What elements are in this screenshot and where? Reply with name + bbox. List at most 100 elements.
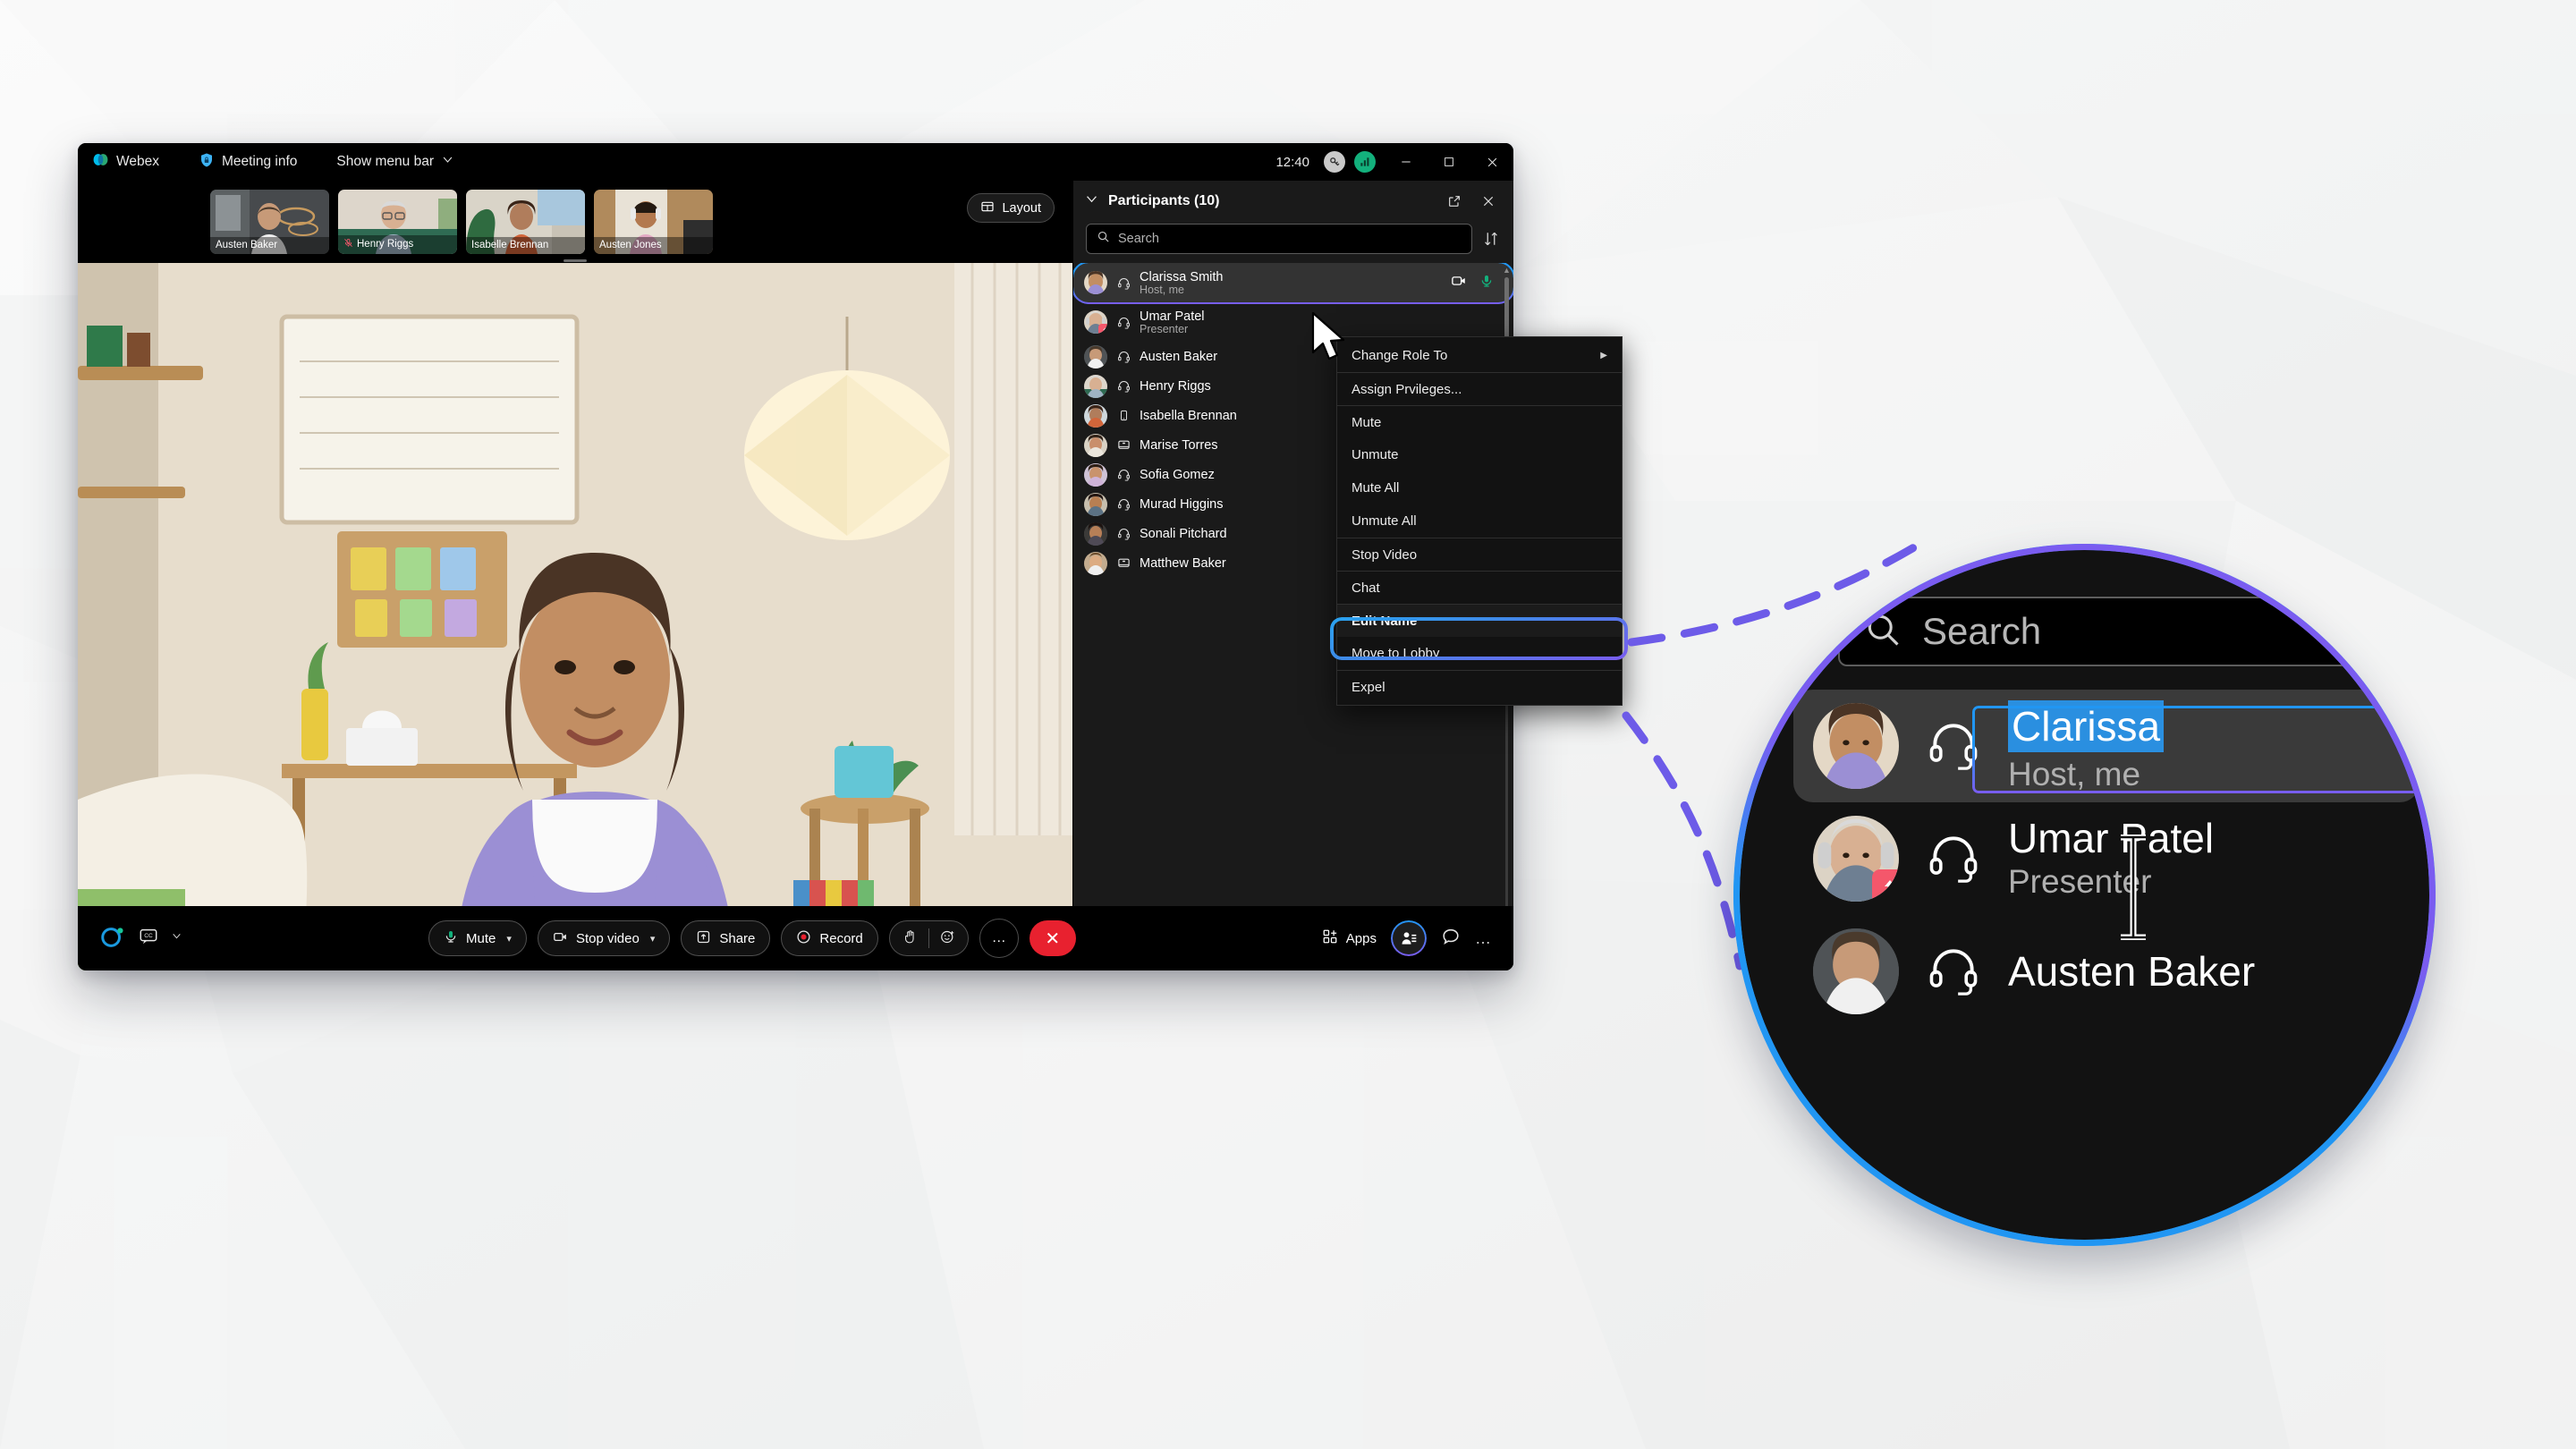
menu-item-edit-name[interactable]: Edit Name	[1337, 604, 1622, 637]
controls-left: CC	[99, 923, 182, 954]
thumbnail-tile[interactable]: Isabelle Brennan	[466, 190, 585, 254]
meeting-info-label: Meeting info	[221, 154, 298, 169]
menu-item-chat[interactable]: Chat	[1337, 571, 1622, 604]
headset-icon	[1116, 468, 1131, 481]
more-right-button[interactable]: …	[1475, 929, 1492, 948]
webex-assistant-icon[interactable]	[99, 923, 126, 954]
chevron-down-icon[interactable]: ▾	[506, 933, 512, 945]
participant-name: Clarissa Smith	[1140, 269, 1224, 284]
menu-item-unmute[interactable]: Unmute	[1337, 438, 1622, 471]
search-input[interactable]: Search	[1086, 224, 1472, 254]
layout-icon	[980, 199, 995, 217]
raise-hand-badge	[1098, 324, 1107, 334]
menu-item-label: Change Role To	[1352, 348, 1448, 363]
end-call-button[interactable]: ✕	[1029, 920, 1076, 956]
menu-item-label: Unmute All	[1352, 513, 1417, 529]
avatar-zoom	[1813, 816, 1899, 902]
participant-context-menu: Change Role To ▶ Assign Prvileges... Mut…	[1336, 336, 1623, 706]
avatar	[1084, 344, 1107, 369]
thumbnail-name-bar: Austen Jones	[594, 237, 713, 254]
scroll-up-arrow[interactable]: ▲	[1503, 267, 1511, 275]
divider	[928, 928, 929, 948]
avatar-zoom	[1813, 703, 1899, 789]
menu-item-expel[interactable]: Expel	[1337, 670, 1622, 703]
stop-video-button[interactable]: Stop video ▾	[537, 920, 671, 956]
menu-item-assign-privileges[interactable]: Assign Prvileges...	[1337, 372, 1622, 405]
participants-panel-button[interactable]	[1391, 920, 1427, 956]
active-speaker-video[interactable]: Clarissa Smith	[78, 263, 1072, 970]
network-signal-icon[interactable]	[1354, 151, 1376, 173]
layout-button[interactable]: Layout	[967, 193, 1055, 223]
participants-panel-title: Participants (10)	[1108, 193, 1220, 208]
avatar	[1084, 521, 1107, 546]
show-menu-bar-label: Show menu bar	[336, 154, 434, 169]
phone-icon	[1116, 410, 1131, 421]
search-icon	[1863, 610, 1902, 654]
participant-role: Host, me	[1140, 283, 1185, 296]
participant-name-zoom: Umar Patel	[2008, 814, 2215, 861]
active-speaker-frame	[78, 263, 1072, 970]
raise-hand-badge-zoom	[1872, 869, 1899, 902]
maximize-button[interactable]	[1428, 143, 1470, 181]
menu-item-change-role-to[interactable]: Change Role To ▶	[1337, 339, 1622, 372]
participant-name-zoom: Austen Baker	[2008, 947, 2256, 995]
close-window-button[interactable]	[1470, 143, 1513, 181]
thumbnail-tile[interactable]: Austen Baker	[210, 190, 329, 254]
thumbnail-name: Henry Riggs	[357, 239, 414, 250]
mute-button[interactable]: Mute ▾	[428, 920, 527, 956]
video-on-icon[interactable]	[1451, 273, 1467, 293]
meeting-stage: Austen Baker Henry Riggs Isabelle Brenna…	[78, 181, 1513, 970]
more-controls-button[interactable]: …	[979, 919, 1019, 958]
webex-label: Webex	[116, 154, 159, 169]
edit-name-input[interactable]: Clarissa	[2008, 699, 2165, 752]
webex-meeting-window: Webex Meeting info Show menu bar 12:40 A…	[78, 143, 1513, 970]
end-call-label: ✕	[1045, 928, 1061, 949]
mic-unmuted-icon[interactable]	[1479, 274, 1494, 292]
sort-button[interactable]	[1481, 231, 1501, 247]
search-input-zoom[interactable]: Search	[1838, 597, 2428, 666]
title-bar: Webex Meeting info Show menu bar 12:40	[78, 143, 1513, 181]
menu-item-unmute-all[interactable]: Unmute All	[1337, 504, 1622, 538]
record-button[interactable]: Record	[781, 920, 878, 956]
show-menu-bar-button[interactable]: Show menu bar	[336, 153, 454, 171]
share-label: Share	[719, 930, 756, 946]
thumbnail-tile[interactable]: Austen Jones	[594, 190, 713, 254]
filmstrip-resize-handle[interactable]	[564, 259, 587, 262]
chat-icon[interactable]	[1441, 927, 1461, 951]
apps-button[interactable]: Apps	[1322, 928, 1377, 948]
avatar	[1084, 492, 1107, 516]
avatar	[1084, 374, 1107, 398]
list-item-zoom[interactable]: Umar Patel Presenter	[1758, 802, 2429, 915]
room-device-icon	[1116, 556, 1131, 570]
menu-item-move-to-lobby[interactable]: Move to Lobby	[1337, 637, 1622, 670]
mouse-cursor	[1310, 311, 1352, 371]
controls-right: Apps …	[1322, 920, 1492, 956]
raise-hand-icon[interactable]	[902, 929, 918, 948]
closed-captions-button[interactable]: CC	[139, 927, 158, 951]
list-item-zoom[interactable]: Austen Baker	[1758, 915, 2429, 1028]
webex-brand[interactable]: Webex	[92, 151, 159, 173]
participants-panel-header: Participants (10)	[1073, 181, 1513, 222]
minimize-button[interactable]	[1385, 143, 1428, 181]
popout-panel-button[interactable]	[1442, 189, 1467, 214]
encryption-key-icon[interactable]	[1324, 151, 1345, 173]
menu-item-mute-all[interactable]: Mute All	[1337, 471, 1622, 504]
menu-item-mute[interactable]: Mute	[1337, 405, 1622, 438]
chevron-down-icon[interactable]	[1084, 191, 1099, 211]
list-item[interactable]: Clarissa Smith Host, me	[1073, 263, 1513, 302]
captions-chevron-icon[interactable]	[171, 930, 182, 946]
thumbnail-name: Austen Baker	[216, 240, 278, 250]
emoji-icon[interactable]	[940, 929, 955, 948]
share-button[interactable]: Share	[681, 920, 771, 956]
meeting-info-button[interactable]: Meeting info	[199, 152, 297, 173]
list-item-text-zoom: Umar Patel Presenter	[2008, 814, 2429, 902]
list-item-zoom[interactable]: Clarissa Host, me	[1793, 690, 2429, 802]
thumbnail-tile[interactable]: Henry Riggs	[338, 190, 457, 254]
menu-item-stop-video[interactable]: Stop Video	[1337, 538, 1622, 571]
search-placeholder-zoom: Search	[1922, 610, 2042, 652]
chevron-down-icon[interactable]: ▾	[650, 933, 656, 945]
mute-label: Mute	[466, 930, 496, 946]
mic-muted-icon	[343, 238, 353, 250]
video-column: Austen Baker Henry Riggs Isabelle Brenna…	[78, 181, 1072, 970]
close-panel-button[interactable]	[1476, 189, 1501, 214]
